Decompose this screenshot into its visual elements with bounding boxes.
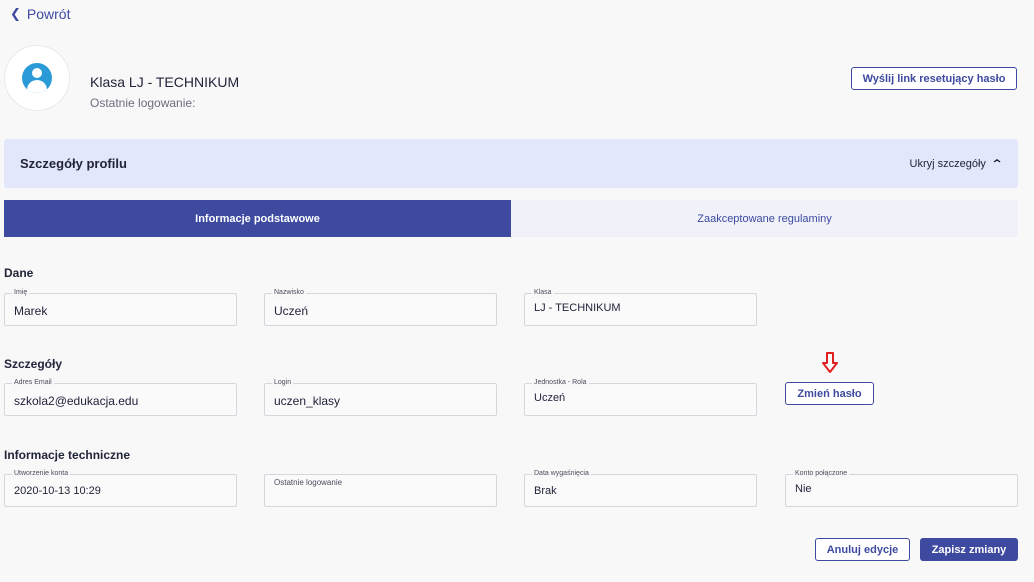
account-created-field: Utworzenie konta 2020-10-13 10:29	[4, 469, 237, 507]
group-title-szczegoly: Szczegóły	[4, 357, 63, 371]
expiry-date-value: Brak	[534, 485, 557, 497]
tab-basic-info[interactable]: Informacje podstawowe	[4, 200, 511, 237]
unit-role-value: Uczeń	[534, 392, 566, 404]
back-link[interactable]: ❮ Powrót	[10, 6, 70, 22]
group-title-dane: Dane	[4, 266, 34, 280]
linked-account-label: Konto połączone	[793, 469, 850, 479]
group-title-techniczne: Informacje techniczne	[4, 448, 131, 462]
save-changes-button[interactable]: Zapisz zmiany	[920, 538, 1018, 561]
last-name-value: Uczeń	[274, 304, 309, 318]
last-login-field-label: Ostatnie logowanie	[274, 478, 343, 487]
expiry-date-field: Data wygaśnięcia Brak	[524, 469, 757, 507]
last-name-field[interactable]: Nazwisko Uczeń	[264, 288, 497, 326]
login-field[interactable]: Login uczen_klasy	[264, 378, 497, 416]
login-value: uczen_klasy	[274, 394, 341, 408]
tab-accepted-terms[interactable]: Zaakceptowane regulaminy	[511, 200, 1018, 237]
unit-role-field[interactable]: Jednostka - Rola Uczeń	[524, 378, 757, 416]
profile-details-title: Szczegóły profilu	[20, 156, 127, 171]
account-created-label: Utworzenie konta	[12, 469, 71, 479]
last-login-field: Ostatnie logowanie	[264, 474, 497, 507]
linked-account-value: Nie	[795, 483, 812, 495]
chevron-up-icon: ⌃	[990, 156, 1004, 171]
profile-details-header: Szczegóły profilu Ukryj szczegóły ⌃	[4, 139, 1018, 188]
last-login-text: Ostatnie logowanie:	[90, 96, 196, 110]
login-label: Login	[272, 378, 294, 388]
send-reset-link-button[interactable]: Wyślij link resetujący hasło	[851, 67, 1017, 90]
expiry-date-label: Data wygaśnięcia	[532, 469, 591, 479]
account-created-value: 2020-10-13 10:29	[14, 485, 101, 497]
class-field[interactable]: Klasa LJ - TECHNIKUM	[524, 288, 757, 326]
hide-details-toggle[interactable]: Ukryj szczegóły ⌃	[909, 156, 1004, 171]
hide-details-label: Ukryj szczegóły	[909, 157, 986, 170]
linked-account-field: Konto połączone Nie	[785, 469, 1018, 507]
cancel-edit-button[interactable]: Anuluj edycje	[815, 538, 910, 561]
email-label: Adres Email	[12, 378, 54, 388]
class-value: LJ - TECHNIKUM	[534, 302, 621, 314]
avatar	[4, 45, 70, 111]
email-value: szkola2@edukacja.edu	[14, 394, 139, 408]
profile-tabs: Informacje podstawowe Zaakceptowane regu…	[4, 200, 1018, 237]
email-field[interactable]: Adres Email szkola2@edukacja.edu	[4, 378, 237, 416]
chevron-left-icon: ❮	[10, 6, 21, 21]
profile-name: Klasa LJ - TECHNIKUM	[90, 74, 240, 90]
change-password-button[interactable]: Zmień hasło	[785, 382, 874, 405]
back-link-label: Powrót	[26, 6, 71, 22]
arrow-down-icon	[822, 352, 838, 373]
user-icon	[22, 63, 52, 93]
first-name-label: Imię	[12, 288, 30, 298]
class-label: Klasa	[532, 288, 554, 298]
last-name-label: Nazwisko	[272, 288, 306, 298]
unit-role-label: Jednostka - Rola	[532, 378, 589, 388]
first-name-field[interactable]: Imię Marek	[4, 288, 237, 326]
first-name-value: Marek	[14, 304, 48, 318]
